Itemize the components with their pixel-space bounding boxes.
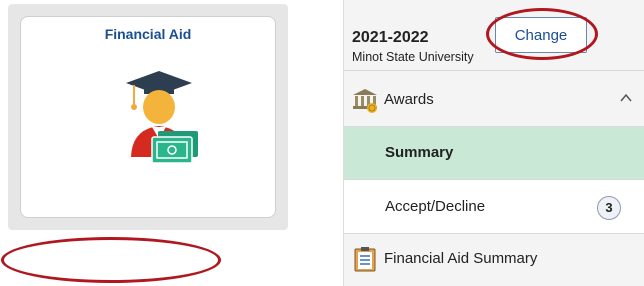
financial-aid-tile[interactable]: Financial Aid	[20, 16, 276, 218]
highlight-ring-financial-aid-summary	[1, 237, 221, 283]
nav-item-accept-decline-label: Accept/Decline	[385, 198, 486, 215]
chevron-up-icon[interactable]	[620, 93, 632, 103]
change-aid-year-button[interactable]: Change	[495, 17, 587, 53]
tile-frame: Financial Aid	[8, 4, 288, 230]
nav-awards-label: Awards	[384, 91, 434, 108]
nav-awards[interactable]: Awards	[344, 71, 644, 127]
nav-item-summary[interactable]: Summary	[344, 127, 644, 180]
aid-year-header: 2021-2022 Minot State University Change	[344, 0, 644, 71]
nav-item-summary-label: Summary	[385, 144, 454, 161]
institution-name: Minot State University	[352, 50, 474, 64]
bank-icon	[353, 89, 377, 113]
graduate-with-money-icon	[126, 71, 198, 164]
financial-aid-panel: 2021-2022 Minot State University Change …	[343, 0, 644, 286]
aid-year: 2021-2022	[352, 29, 429, 46]
nav-financial-aid-summary-label: Financial Aid Summary	[384, 250, 538, 267]
clipboard-list-icon	[354, 247, 376, 272]
nav-item-accept-decline[interactable]: Accept/Decline 3	[344, 180, 644, 234]
nav-financial-aid-summary[interactable]: Financial Aid Summary	[344, 234, 644, 286]
tile-title: Financial Aid	[104, 26, 192, 42]
count-badge: 3	[597, 196, 621, 220]
